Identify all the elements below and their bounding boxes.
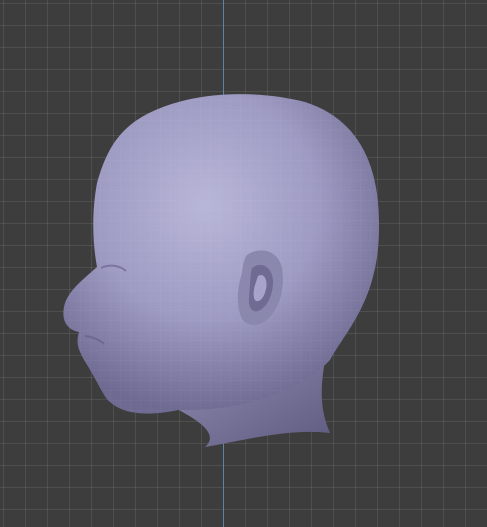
head-silhouette [63, 94, 380, 447]
3d-viewport[interactable] [0, 0, 487, 527]
head-mesh-model[interactable] [0, 0, 487, 527]
